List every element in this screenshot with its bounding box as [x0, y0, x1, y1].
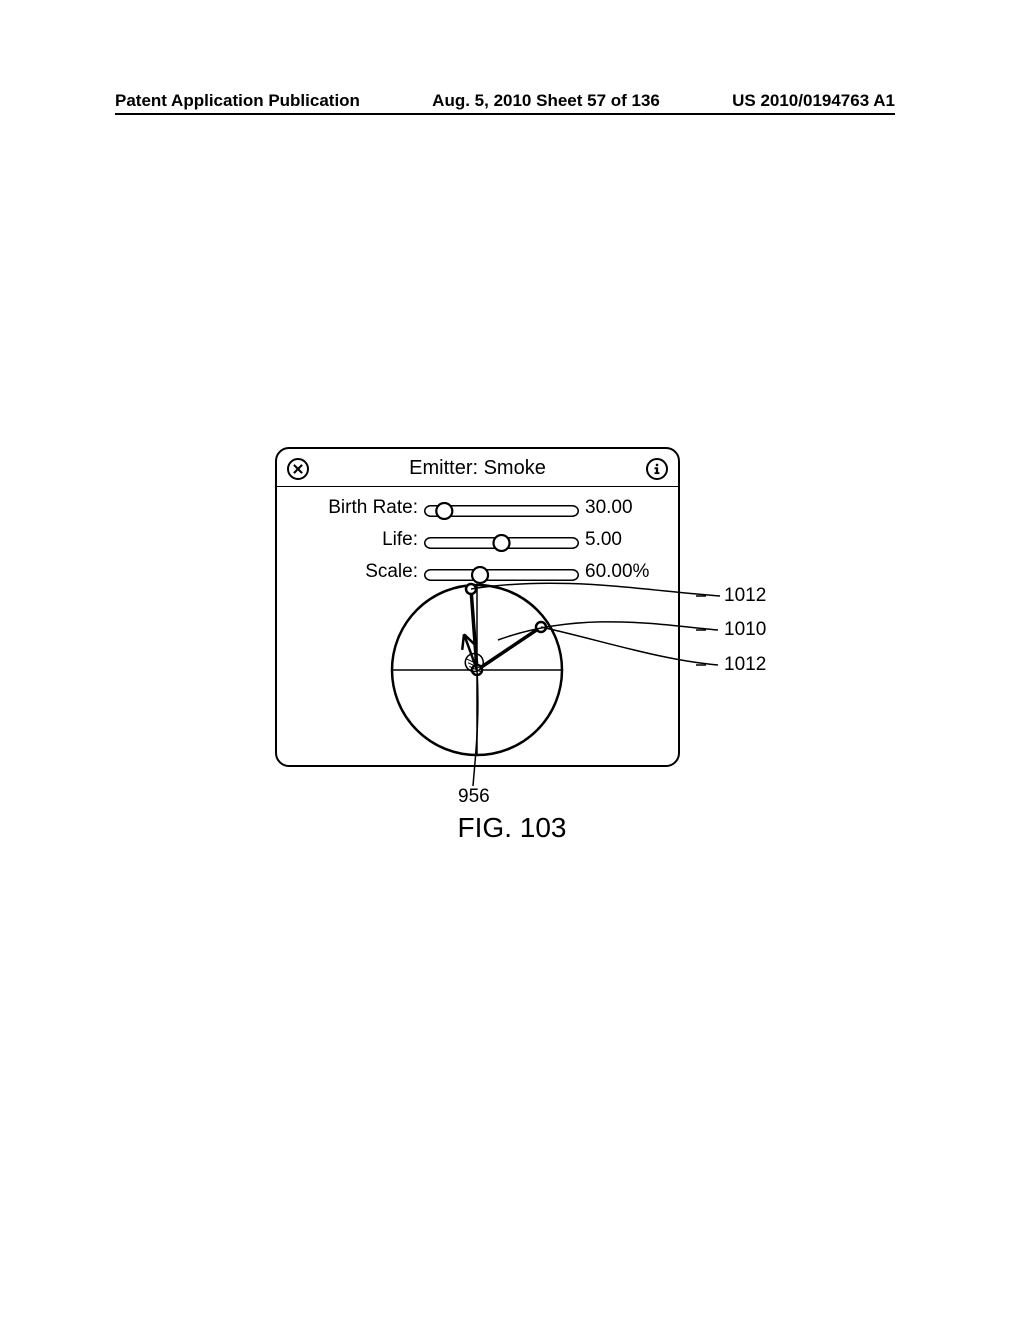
ref-1012-top: 1012 [724, 585, 766, 607]
ref-1012-bot: 1012 [724, 654, 766, 676]
ref-1010: 1010 [724, 619, 766, 641]
dial-diagram [0, 0, 1024, 1320]
figure-number: FIG. 103 [0, 812, 1024, 844]
ref-956: 956 [458, 786, 490, 808]
